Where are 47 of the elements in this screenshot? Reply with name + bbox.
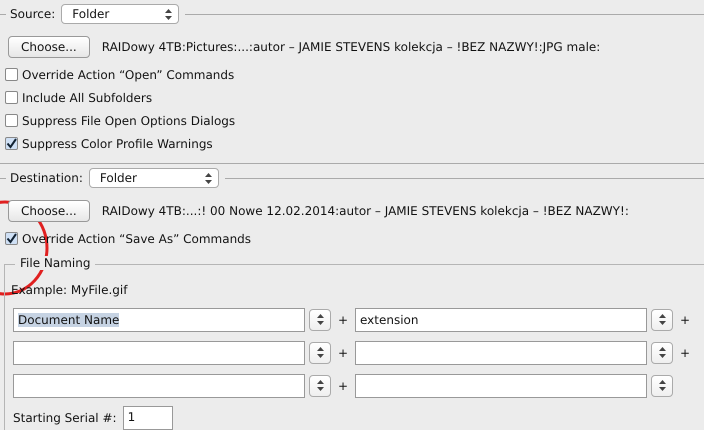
choose-button[interactable]: Choose... (8, 200, 90, 222)
serial-label: Starting Serial #: (13, 411, 117, 425)
up-down-arrows-icon (658, 347, 666, 358)
stepper-button[interactable] (309, 342, 331, 364)
section-label: Destination: (10, 171, 83, 185)
up-down-arrows-icon (316, 380, 324, 391)
up-down-arrows-icon (658, 314, 666, 325)
up-down-arrows-icon (316, 314, 324, 325)
name-field[interactable] (355, 374, 647, 398)
field-value: Document Name (18, 312, 120, 326)
name-field[interactable]: extension (355, 308, 647, 332)
serial-field[interactable]: 1 (122, 406, 173, 430)
folder-path: RAIDowy 4TB:Pictures:...:autor – JAMIE STEVENS kolekcja – !BEZ NAZWY!:JPG male: (102, 40, 600, 54)
stepper-button[interactable] (309, 308, 331, 330)
folder-select[interactable]: Folder (61, 4, 180, 24)
stepper-button[interactable] (651, 374, 673, 396)
plus-sign: + (678, 312, 692, 326)
stepper-button[interactable] (651, 342, 673, 364)
plus-sign: + (336, 346, 350, 360)
stepper-button[interactable] (651, 308, 673, 330)
group-title: File Naming (15, 256, 96, 270)
checkbox[interactable] (5, 232, 18, 245)
name-field[interactable] (355, 340, 647, 364)
up-down-arrows-icon (316, 347, 324, 358)
section-label: Source: (10, 7, 56, 21)
checkbox[interactable] (5, 91, 18, 104)
checkbox[interactable] (5, 137, 18, 150)
stepper-button[interactable] (309, 374, 331, 396)
name-field[interactable]: Document Name (13, 308, 305, 332)
checkbox-label: Override Action “Open” Commands (22, 68, 234, 82)
plus-sign: + (336, 312, 350, 326)
checkbox-label: Suppress Color Profile Warnings (22, 136, 213, 150)
plus-sign: + (336, 378, 350, 392)
checkbox-label: Suppress File Open Options Dialogs (22, 114, 236, 128)
name-field[interactable] (13, 374, 305, 398)
checkbox[interactable] (5, 114, 18, 127)
up-down-arrows-icon (658, 380, 666, 391)
choose-button[interactable]: Choose... (8, 36, 90, 58)
up-down-arrows-icon (204, 172, 212, 184)
checkbox[interactable] (5, 68, 18, 81)
up-down-arrows-icon (165, 8, 172, 20)
folder-path: RAIDowy 4TB:...:! 00 Nowe 12.02.2014:autor – JAMIE STEVENS kolekcja – !BEZ NAZWY!: (102, 204, 629, 218)
plus-sign: + (678, 346, 692, 360)
checkbox-label: Include All Subfolders (22, 90, 152, 104)
folder-select[interactable]: Folder (88, 168, 219, 188)
field-value: extension (360, 312, 418, 326)
name-field[interactable] (13, 340, 305, 364)
